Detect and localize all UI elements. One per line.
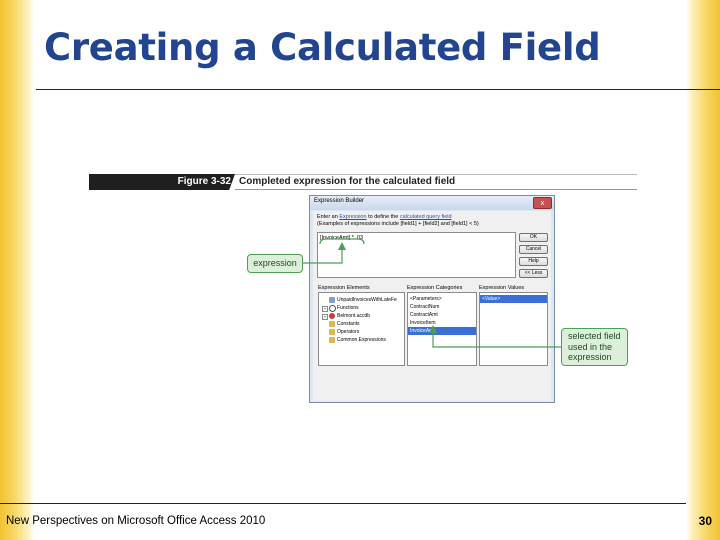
list-item[interactable]: ContractAmt <box>408 311 476 319</box>
tree-item-database[interactable]: + Belmont.accdb <box>319 312 404 320</box>
slide-title: Creating a Calculated Field <box>44 26 601 69</box>
instruction-text: Enter an <box>317 214 340 220</box>
dialog-instructions: Enter an Expression to define the calcul… <box>317 214 479 228</box>
expression-elements-list[interactable]: UnpaidInvoicesWithLateFe + Functions + B… <box>318 292 405 366</box>
less-button[interactable]: << Less <box>519 269 548 278</box>
right-gold-border <box>686 0 720 540</box>
expression-builder-dialog: Expression Builder x Enter an Expression… <box>309 195 555 403</box>
function-icon <box>329 305 336 312</box>
expression-callout: expression <box>247 254 303 273</box>
dialog-bottom-area <box>313 367 551 401</box>
folder-icon <box>329 321 335 327</box>
list-item[interactable]: InvoiceItem <box>408 319 476 327</box>
selected-field-callout: selected field used in the expression <box>561 328 628 366</box>
expression-elements-label: Expression Elements <box>318 285 370 291</box>
tree-connector-icon <box>322 298 326 302</box>
figure-bottom-line <box>235 189 637 190</box>
callout-line: expression <box>568 352 612 362</box>
left-gold-border <box>0 0 34 540</box>
list-item[interactable]: <Parameters> <box>408 295 476 303</box>
tree-item-label: Belmont.accdb <box>337 313 371 319</box>
figure-caption: Completed expression for the calculated … <box>239 176 456 187</box>
tree-item-common-expressions[interactable]: Common Expressions <box>319 336 404 344</box>
cancel-button[interactable]: Cancel <box>519 245 548 254</box>
help-button[interactable]: Help <box>519 257 548 266</box>
figure-number: Figure 3-32 <box>89 174 235 190</box>
expression-values-list[interactable]: <Value> <box>479 292 548 366</box>
calculated-query-field-link[interactable]: calculated query field <box>400 214 452 220</box>
callout-line: selected field <box>568 331 621 341</box>
tree-item-operators[interactable]: Operators <box>319 328 404 336</box>
tree-item-constants[interactable]: Constants <box>319 320 404 328</box>
expression-values-label: Expression Values <box>479 285 525 291</box>
tree-item-label: Operators <box>337 329 360 335</box>
query-icon <box>329 297 335 303</box>
tree-item-label: Functions <box>337 305 359 311</box>
expression-link[interactable]: Expression <box>339 214 366 220</box>
expression-value: [InvoiceAmt] * .03 <box>320 235 364 241</box>
ok-button[interactable]: OK <box>519 233 548 242</box>
tree-item-functions[interactable]: + Functions <box>319 304 404 312</box>
expression-categories-label: Expression Categories <box>407 285 463 291</box>
page-number: 30 <box>698 514 712 528</box>
folder-icon <box>329 329 335 335</box>
folder-icon <box>329 337 335 343</box>
callout-line: used in the <box>568 341 613 352</box>
list-item-selected[interactable]: <Value> <box>480 295 547 303</box>
title-divider <box>36 89 720 90</box>
tree-item-label: Common Expressions <box>337 337 386 343</box>
dialog-title: Expression Builder <box>314 198 365 204</box>
footer-divider <box>0 503 686 504</box>
expression-categories-list[interactable]: <Parameters> ContractNum ContractAmt Inv… <box>407 292 477 366</box>
database-icon <box>329 313 335 319</box>
tree-item-unpaid-invoices[interactable]: UnpaidInvoicesWithLateFe <box>319 296 404 304</box>
figure-banner: Figure 3-32 Completed expression for the… <box>89 174 637 190</box>
expression-input[interactable]: [InvoiceAmt] * .03 <box>317 232 516 278</box>
list-item-selected[interactable]: InvoiceAmt <box>408 327 476 335</box>
instruction-examples: (Examples of expressions include [field1… <box>317 221 479 227</box>
close-icon[interactable]: x <box>533 197 552 209</box>
tree-item-label: UnpaidInvoicesWithLateFe <box>337 297 397 303</box>
tree-item-label: Constants <box>337 321 360 327</box>
list-item[interactable]: ContractNum <box>408 303 476 311</box>
instruction-text-middle: to define the <box>366 214 400 220</box>
dialog-body: Enter an Expression to define the calcul… <box>313 211 551 401</box>
dialog-titlebar[interactable]: Expression Builder x <box>310 196 554 210</box>
footer-text: New Perspectives on Microsoft Office Acc… <box>6 515 266 527</box>
